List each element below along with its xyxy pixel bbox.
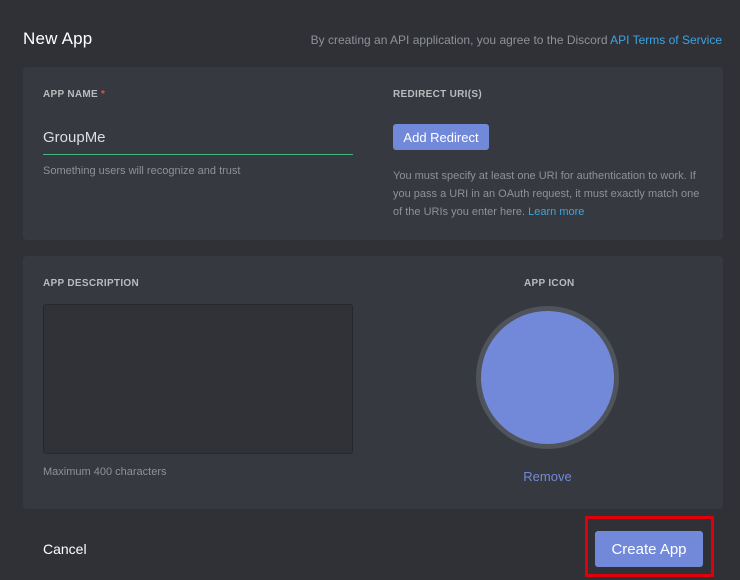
app-icon-preview — [481, 311, 614, 444]
app-icon-label: APP ICON — [524, 278, 575, 289]
new-app-page: New App By creating an API application, … — [0, 0, 740, 580]
required-mark: * — [101, 89, 106, 100]
app-name-label: APP NAME * — [43, 89, 105, 100]
app-name-input[interactable] — [43, 121, 353, 155]
page-title: New App — [23, 29, 93, 48]
app-icon-upload[interactable] — [476, 306, 619, 449]
description-hint: Maximum 400 characters — [43, 466, 167, 478]
app-name-label-text: APP NAME — [43, 89, 99, 100]
redirect-help-text: You must specify at least one URI for au… — [393, 167, 708, 221]
app-info-panel: APP NAME* Something users will recognize… — [23, 67, 723, 240]
remove-icon-link[interactable]: Remove — [510, 469, 585, 484]
terms-text: By creating an API application, you agre… — [310, 33, 611, 47]
app-description-label: APP DESCRIPTION — [43, 278, 139, 289]
app-name-hint: Something users will recognize and trust — [43, 165, 241, 177]
page-header: New App By creating an API application, … — [0, 0, 740, 66]
add-redirect-button[interactable]: Add Redirect — [393, 124, 489, 150]
redirect-uris-label: REDIRECT URI(S) — [393, 89, 482, 100]
terms-notice: By creating an API application, you agre… — [311, 33, 722, 47]
app-details-panel: APP DESCRIPTION Maximum 400 characters A… — [23, 256, 723, 509]
app-description-textarea[interactable] — [43, 304, 353, 454]
create-app-button[interactable]: Create App — [595, 531, 703, 567]
cancel-button[interactable]: Cancel — [43, 541, 87, 557]
api-terms-link[interactable]: API Terms of Service — [610, 33, 722, 47]
learn-more-link[interactable]: Learn more — [528, 206, 584, 218]
